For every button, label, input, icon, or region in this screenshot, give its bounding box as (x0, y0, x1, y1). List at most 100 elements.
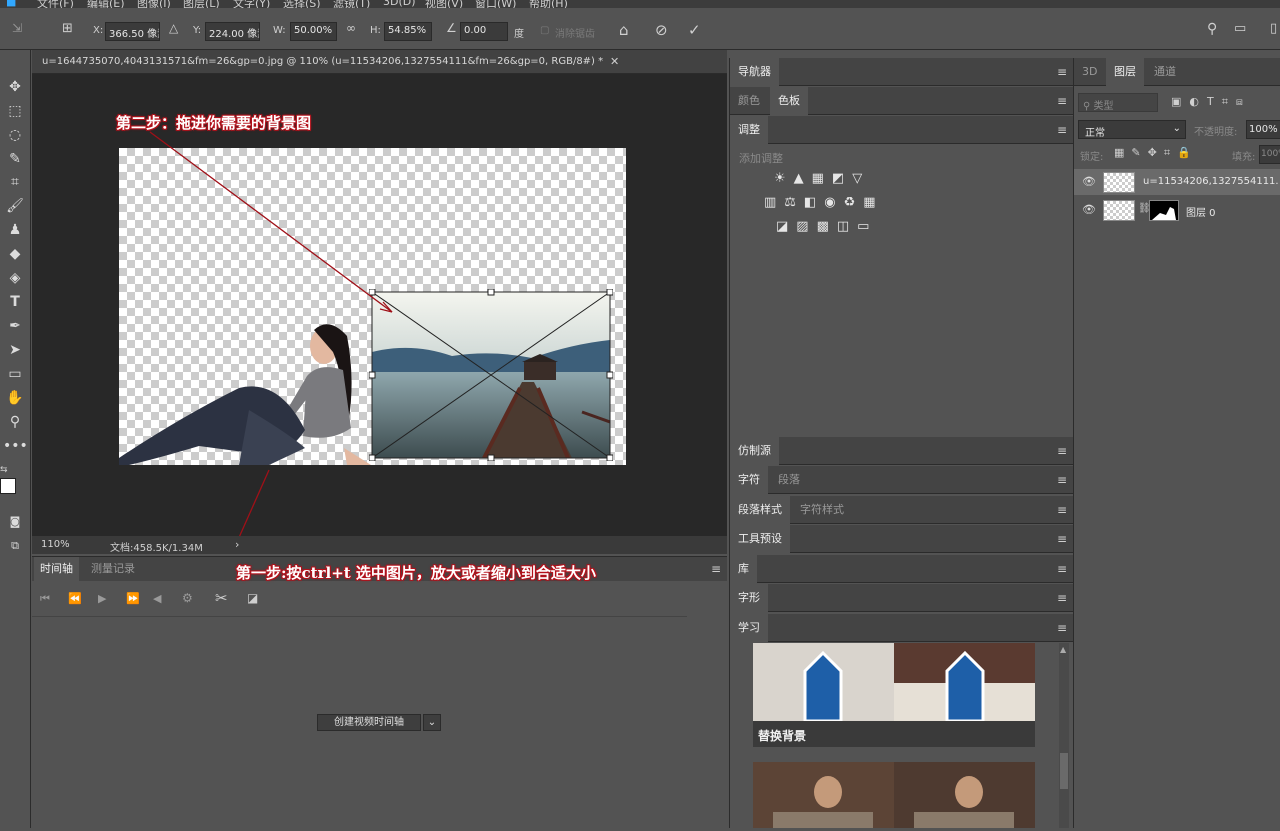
quick-mask-icon[interactable]: ◙ (3, 511, 27, 533)
rectangle-tool-icon[interactable]: ▭ (3, 363, 27, 385)
menu-edit[interactable]: 编辑(E) (87, 0, 125, 8)
create-video-timeline-button[interactable]: 创建视频时间轴 (317, 714, 421, 731)
paragraph-styles-menu-icon[interactable]: ≡ (1057, 503, 1067, 517)
learn-menu-icon[interactable]: ≡ (1057, 621, 1067, 635)
adjustment-icons-row1[interactable]: ☀▲▦◩▽ (774, 171, 870, 186)
swap-colors-icon[interactable]: ⇆ (0, 465, 8, 475)
prev-frame-icon[interactable]: ⏪ (68, 592, 82, 605)
menu-select[interactable]: 选择(S) (283, 0, 321, 8)
lasso-tool-icon[interactable]: ◌ (3, 124, 27, 146)
scrollbar-thumb[interactable] (1060, 753, 1068, 789)
fill-field[interactable]: 100% (1259, 145, 1280, 164)
learn-card-replace-background[interactable]: 替换背景 (753, 643, 1035, 747)
menu-help[interactable]: 帮助(H) (529, 0, 568, 8)
tab-color[interactable]: 颜色 (730, 87, 768, 115)
settings-gear-icon[interactable]: ⚙ (182, 591, 193, 605)
libraries-menu-icon[interactable]: ≡ (1057, 562, 1067, 576)
transition-icon[interactable]: ◪ (247, 591, 258, 605)
tab-timeline[interactable]: 时间轴 (34, 557, 79, 581)
search-icon[interactable]: ⚲ (1207, 21, 1217, 37)
tab-paragraph-styles[interactable]: 段落样式 (730, 496, 790, 524)
foreground-color[interactable] (0, 478, 16, 494)
workspace-icon[interactable]: ▭ (1234, 21, 1246, 36)
glyphs-menu-icon[interactable]: ≡ (1057, 591, 1067, 605)
y-field[interactable]: 224.00 像素 (205, 22, 260, 41)
scissors-icon[interactable]: ✂ (215, 589, 228, 607)
adjustment-icons-row2[interactable]: ▥⚖◧◉♻▦ (764, 195, 884, 210)
marquee-tool-icon[interactable]: ⬚ (3, 100, 27, 122)
zoom-level[interactable]: 110% (41, 539, 70, 550)
audio-icon[interactable]: ◀ (153, 592, 161, 605)
width-field[interactable]: 50.00% (290, 22, 337, 41)
ps-logo-icon[interactable]: ■ (6, 0, 16, 8)
move-tool-icon[interactable]: ✥ (3, 76, 27, 98)
reference-point-icon[interactable]: ⊞ (62, 21, 73, 36)
status-arrow-icon[interactable]: › (235, 538, 239, 551)
next-frame-icon[interactable]: ⏩ (126, 592, 140, 605)
adjustments-menu-icon[interactable]: ≡ (1057, 123, 1067, 137)
first-frame-icon[interactable]: ⏮ (40, 592, 50, 606)
stamp-tool-icon[interactable]: ♟ (3, 219, 27, 241)
tab-3d[interactable]: 3D (1074, 58, 1105, 86)
navigator-menu-icon[interactable]: ≡ (1057, 65, 1067, 79)
zoom-tool-icon[interactable]: ⚲ (3, 411, 27, 433)
doc-size-info[interactable]: 文档:458.5K/1.34M (110, 539, 203, 554)
share-icon[interactable]: ▯ (1270, 21, 1277, 36)
commit-transform-icon[interactable]: ✓ (688, 21, 701, 39)
learn-card-2[interactable] (753, 762, 1035, 828)
tab-adjustments[interactable]: 调整 (730, 116, 768, 144)
tool-presets-menu-icon[interactable]: ≡ (1057, 532, 1067, 546)
play-icon[interactable]: ▶ (98, 592, 106, 605)
layer-row[interactable]: 👁 ⛓ 图层 0 (1074, 197, 1280, 223)
pen-tool-icon[interactable]: ✒ (3, 315, 27, 337)
color-menu-icon[interactable]: ≡ (1057, 94, 1067, 108)
link-icon[interactable]: ∞ (346, 21, 356, 35)
tab-tool-presets[interactable]: 工具预设 (730, 525, 790, 553)
menu-type[interactable]: 文字(Y) (233, 0, 270, 8)
relative-position-icon[interactable]: △ (169, 21, 178, 35)
tab-swatches[interactable]: 色板 (770, 87, 808, 115)
visibility-eye-icon[interactable]: 👁 (1082, 203, 1096, 216)
timeline-menu-icon[interactable]: ≡ (711, 562, 721, 576)
tab-channels[interactable]: 通道 (1146, 58, 1184, 86)
learn-scrollbar[interactable]: ▲ (1059, 643, 1069, 828)
layer-mask-thumbnail[interactable] (1149, 200, 1179, 221)
tab-glyphs[interactable]: 字形 (730, 584, 768, 612)
clone-source-menu-icon[interactable]: ≡ (1057, 444, 1067, 458)
menu-layer[interactable]: 图层(L) (183, 0, 220, 8)
menu-filter[interactable]: 滤镜(T) (333, 0, 370, 8)
antialias-checkbox[interactable]: ▢ (540, 25, 549, 36)
brush-tool-icon[interactable]: 🖌 (3, 195, 27, 217)
hand-tool-icon[interactable]: ✋ (3, 387, 27, 409)
transform-tool-icon[interactable]: ⇲ (12, 21, 22, 35)
blend-mode-select[interactable]: 正常 ⌄ (1078, 120, 1186, 139)
tab-clone-source[interactable]: 仿制源 (730, 437, 779, 465)
menu-image[interactable]: 图像(I) (137, 0, 171, 8)
eraser-tool-icon[interactable]: ◆ (3, 243, 27, 265)
tab-learn[interactable]: 学习 (730, 614, 768, 642)
visibility-eye-icon[interactable]: 👁 (1082, 175, 1096, 188)
layer-filter-icons[interactable]: ▣◐T⌗⧈ (1171, 95, 1251, 109)
angle-field[interactable]: 0.00 (460, 22, 508, 41)
warp-mode-icon[interactable]: ⌂ (619, 21, 629, 39)
character-menu-icon[interactable]: ≡ (1057, 473, 1067, 487)
adjustment-icons-row3[interactable]: ◪▨▩◫▭ (776, 219, 877, 234)
menu-3d[interactable]: 3D(D) (383, 0, 416, 8)
type-tool-icon[interactable]: T (3, 291, 27, 313)
path-select-tool-icon[interactable]: ➤ (3, 339, 27, 361)
crop-tool-icon[interactable]: ⌗ (3, 171, 27, 193)
height-field[interactable]: 54.85% (384, 22, 432, 41)
quick-select-tool-icon[interactable]: ✎ (3, 148, 27, 170)
tab-libraries[interactable]: 库 (730, 555, 757, 583)
layer-name[interactable]: u=11534206,1327554111... (1143, 176, 1279, 187)
menu-file[interactable]: 文件(F) (37, 0, 74, 8)
lock-icons[interactable]: ▦✎✥⌗🔒 (1114, 146, 1198, 160)
layer-row-selected[interactable]: 👁 u=11534206,1327554111... (1074, 169, 1280, 195)
chevron-down-icon[interactable]: ⌄ (423, 714, 441, 731)
scroll-up-icon[interactable]: ▲ (1060, 645, 1066, 654)
tab-character-styles[interactable]: 字符样式 (792, 496, 852, 524)
menu-view[interactable]: 视图(V) (425, 0, 463, 8)
layer-name[interactable]: 图层 0 (1186, 204, 1216, 219)
tab-layers[interactable]: 图层 (1106, 58, 1144, 86)
tab-paragraph[interactable]: 段落 (770, 466, 808, 494)
